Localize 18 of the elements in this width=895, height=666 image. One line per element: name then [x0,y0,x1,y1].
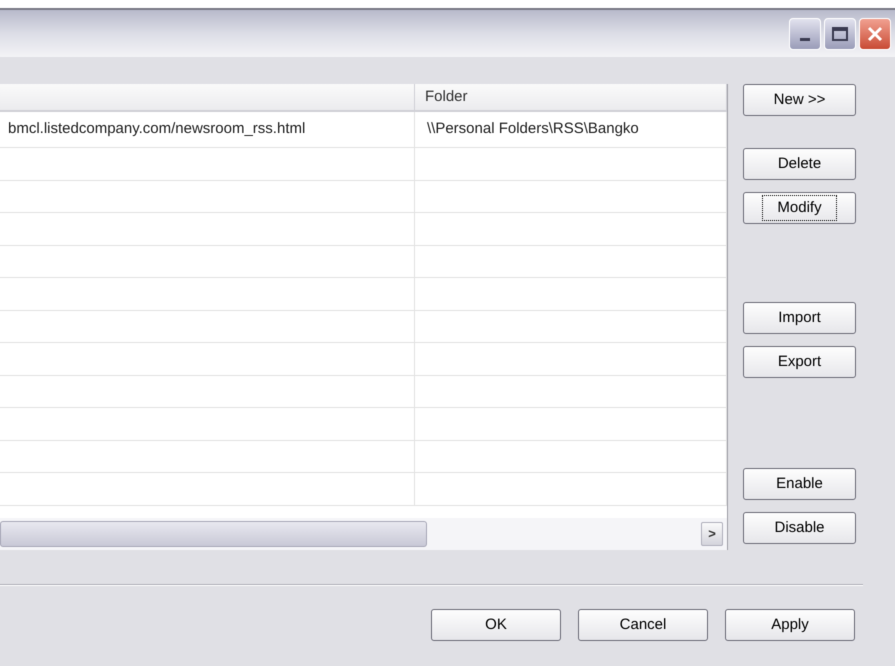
dialog-button[interactable]: Import [743,302,856,334]
dialog-button[interactable]: Modify [743,192,856,224]
table-cell: \\Personal Folders\RSS\Bangko [415,112,727,147]
dialog-button[interactable]: Export [743,346,856,378]
dialog-button[interactable]: Cancel [578,609,708,641]
dialog-button[interactable]: Enable [743,468,856,500]
close-icon[interactable] [859,18,891,50]
column-header[interactable]: Folder [415,84,727,112]
scroll-right-button[interactable]: > [701,522,723,546]
minimize-icon[interactable] [789,18,821,50]
dialog-button[interactable]: New >> [743,84,856,116]
dialog-button[interactable]: Delete [743,148,856,180]
scrollbar-thumb[interactable] [0,521,427,547]
table-cell: bmcl.listedcompany.com/newsroom_rss.html [0,112,415,147]
dialog-button[interactable]: OK [431,609,561,641]
maximize-icon[interactable] [824,18,856,50]
dialog-button[interactable]: Apply [725,609,855,641]
dialog-button[interactable]: Disable [743,512,856,544]
